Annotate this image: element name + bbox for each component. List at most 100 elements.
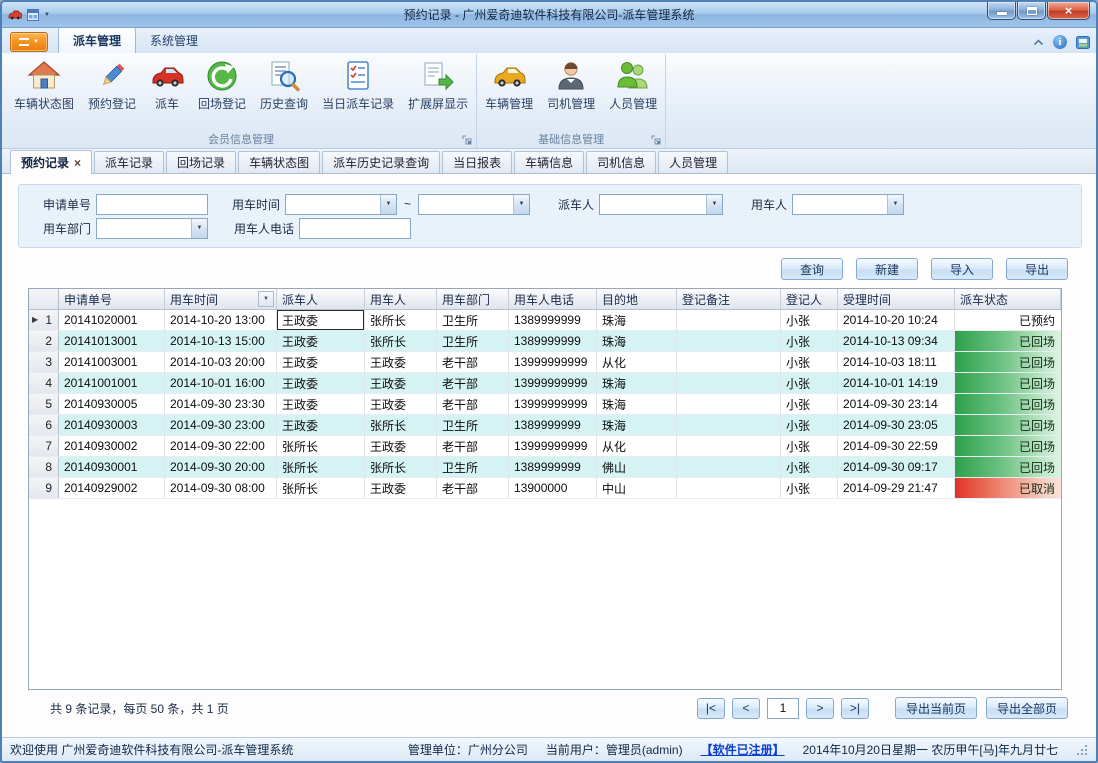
row-selector[interactable]: ▶1 [29, 310, 59, 330]
user-combo[interactable]: ▼ [792, 194, 904, 215]
driver-manage-button[interactable]: 司机管理 [540, 54, 602, 112]
grid-cell[interactable] [677, 436, 781, 456]
filter-dropdown-icon[interactable]: ▼ [258, 291, 274, 307]
grid-cell[interactable] [677, 478, 781, 498]
grid-cell[interactable] [677, 352, 781, 372]
chevron-down-icon[interactable]: ▼ [380, 195, 396, 214]
minimize-button[interactable] [987, 2, 1016, 20]
grid-cell[interactable]: 老干部 [437, 478, 509, 498]
row-selector[interactable]: 6 [29, 415, 59, 435]
export-button[interactable]: 导出 [1006, 258, 1068, 280]
chevron-down-icon[interactable]: ▼ [513, 195, 529, 214]
grid-cell[interactable]: 20140929002 [59, 478, 165, 498]
tab-personnel-manage[interactable]: 人员管理 [658, 151, 728, 173]
grid-cell[interactable]: 2014-09-30 20:00 [165, 457, 277, 477]
grid-cell[interactable]: 老干部 [437, 394, 509, 414]
grid-cell[interactable]: 2014-09-30 22:00 [165, 436, 277, 456]
grid-cell[interactable]: 张所长 [277, 478, 365, 498]
grid-cell[interactable]: 张所长 [277, 457, 365, 477]
row-selector[interactable]: 2 [29, 331, 59, 351]
grid-cell[interactable]: 13999999999 [509, 352, 597, 372]
grid-cell[interactable]: 珠海 [597, 331, 677, 351]
grid-cell[interactable]: 小张 [781, 436, 838, 456]
first-page-button[interactable]: |< [697, 698, 725, 719]
grid-cell[interactable]: 2014-09-30 23:14 [838, 394, 955, 414]
table-row[interactable]: 8201409300012014-09-30 20:00张所长张所长卫生所138… [29, 457, 1061, 478]
use-time-from-combo[interactable]: ▼ [285, 194, 397, 215]
grid-cell[interactable]: 小张 [781, 310, 838, 330]
column-header[interactable]: 用车人 [365, 289, 437, 309]
grid-cell[interactable]: 老干部 [437, 373, 509, 393]
grid-cell[interactable]: 20140930002 [59, 436, 165, 456]
grid-cell[interactable]: 卫生所 [437, 415, 509, 435]
grid-cell[interactable]: 张所长 [277, 436, 365, 456]
grid-cell[interactable]: 小张 [781, 373, 838, 393]
tab-return-records[interactable]: 回场记录 [166, 151, 236, 173]
grid-cell[interactable]: 2014-10-01 14:19 [838, 373, 955, 393]
phone-input[interactable] [299, 218, 411, 239]
column-header[interactable]: 申请单号 [59, 289, 165, 309]
dispatch-button[interactable]: 派车 [143, 54, 191, 112]
grid-cell[interactable]: 王政委 [277, 352, 365, 372]
grid-cell[interactable]: 2014-10-01 16:00 [165, 373, 277, 393]
column-header[interactable]: 目的地 [597, 289, 677, 309]
grid-cell[interactable]: 2014-10-03 20:00 [165, 352, 277, 372]
grid-cell[interactable]: 2014-09-30 23:05 [838, 415, 955, 435]
chevron-down-icon[interactable]: ▼ [706, 195, 722, 214]
vehicle-manage-button[interactable]: 车辆管理 [478, 54, 540, 112]
row-selector[interactable]: 4 [29, 373, 59, 393]
grid-cell[interactable]: 王政委 [277, 373, 365, 393]
table-row[interactable]: 6201409300032014-09-30 23:00王政委张所长卫生所138… [29, 415, 1061, 436]
status-cell[interactable]: 已回场 [955, 352, 1061, 372]
status-cell[interactable]: 已取消 [955, 478, 1061, 498]
grid-cell[interactable]: 卫生所 [437, 331, 509, 351]
grid-cell[interactable]: 1389999999 [509, 331, 597, 351]
grid-cell[interactable]: 张所长 [365, 457, 437, 477]
grid-cell[interactable]: 20140930001 [59, 457, 165, 477]
last-page-button[interactable]: >| [841, 698, 869, 719]
grid-cell[interactable]: 王政委 [277, 394, 365, 414]
grid-cell[interactable]: 珠海 [597, 415, 677, 435]
column-header[interactable]: 派车状态 [955, 289, 1061, 309]
column-header[interactable]: 登记人 [781, 289, 838, 309]
department-combo[interactable]: ▼ [96, 218, 208, 239]
grid-cell[interactable] [677, 415, 781, 435]
table-row[interactable]: 4201410010012014-10-01 16:00王政委王政委老干部139… [29, 373, 1061, 394]
status-cell[interactable]: 已回场 [955, 373, 1061, 393]
table-row[interactable]: 5201409300052014-09-30 23:30王政委王政委老干部139… [29, 394, 1061, 415]
grid-cell[interactable]: 从化 [597, 436, 677, 456]
grid-cell[interactable]: 王政委 [365, 394, 437, 414]
dialog-launcher-icon[interactable] [651, 135, 661, 145]
grid-cell[interactable]: 20141001001 [59, 373, 165, 393]
info-icon[interactable]: i [1053, 35, 1067, 49]
grid-cell[interactable]: 张所长 [365, 331, 437, 351]
table-row[interactable]: 9201409290022014-09-30 08:00张所长王政委老干部139… [29, 478, 1061, 499]
ribbon-tab-system[interactable]: 系统管理 [136, 28, 212, 53]
column-header[interactable]: 用车部门 [437, 289, 509, 309]
reservation-register-button[interactable]: 预约登记 [81, 54, 143, 112]
grid-cell[interactable]: 2014-10-13 09:34 [838, 331, 955, 351]
qat-dropdown-icon[interactable]: ▼ [44, 12, 50, 18]
dispatcher-combo[interactable]: ▼ [599, 194, 723, 215]
table-row[interactable]: 3201410030012014-10-03 20:00王政委王政委老干部139… [29, 352, 1061, 373]
status-cell[interactable]: 已回场 [955, 436, 1061, 456]
app-menu-button[interactable]: ▼ [10, 32, 48, 52]
grid-cell[interactable]: 20141003001 [59, 352, 165, 372]
grid-cell[interactable]: 卫生所 [437, 457, 509, 477]
page-number-input[interactable] [767, 698, 799, 719]
grid-cell[interactable]: 13999999999 [509, 394, 597, 414]
request-no-input[interactable] [96, 194, 208, 215]
daily-dispatch-record-button[interactable]: 当日派车记录 [315, 54, 401, 112]
layout-icon[interactable] [27, 9, 39, 21]
grid-cell[interactable]: 20140930003 [59, 415, 165, 435]
vehicle-status-button[interactable]: 车辆状态图 [7, 54, 81, 112]
grid-cell[interactable]: 小张 [781, 352, 838, 372]
status-cell[interactable]: 已预约 [955, 310, 1061, 330]
grid-cell[interactable]: 1389999999 [509, 415, 597, 435]
grid-cell[interactable]: 2014-09-30 22:59 [838, 436, 955, 456]
grid-cell[interactable]: 2014-10-20 13:00 [165, 310, 277, 330]
grid-cell[interactable] [677, 331, 781, 351]
grid-cell[interactable]: 1389999999 [509, 457, 597, 477]
tab-vehicle-info[interactable]: 车辆信息 [514, 151, 584, 173]
resize-grip[interactable] [1076, 744, 1088, 756]
